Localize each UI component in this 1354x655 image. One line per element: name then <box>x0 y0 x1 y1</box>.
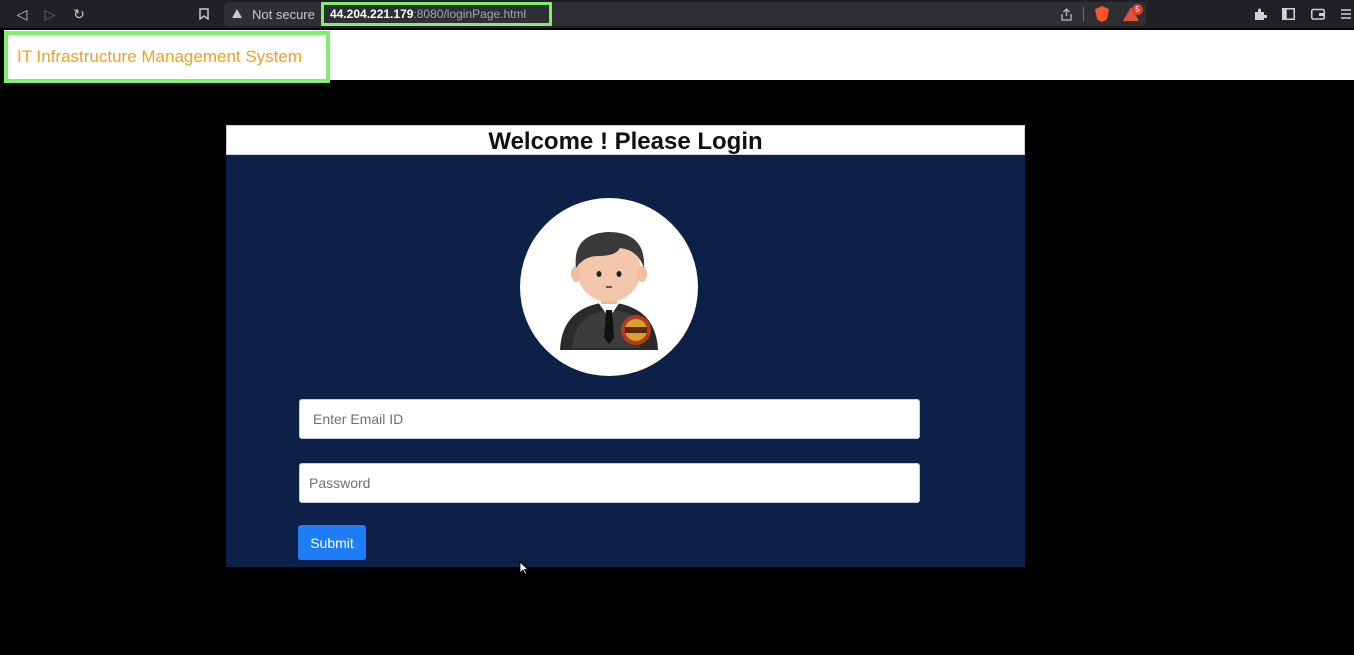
toolbar-separator <box>1083 7 1084 21</box>
brave-shields-icon[interactable] <box>1092 4 1112 24</box>
wallet-icon[interactable] <box>1308 4 1328 24</box>
extensions-icon[interactable] <box>1250 4 1270 24</box>
security-indicator[interactable]: Not secure <box>232 5 315 23</box>
sidebar-icon[interactable] <box>1278 4 1298 24</box>
login-card: Welcome ! Please Login Enter Email ID Su… <box>226 125 1025 567</box>
mouse-cursor-icon <box>519 561 530 580</box>
rewards-badge: 5 <box>1132 4 1143 15</box>
reload-icon[interactable]: ↻ <box>69 4 89 24</box>
bookmark-icon[interactable] <box>194 4 214 24</box>
security-label: Not secure <box>252 6 315 22</box>
email-input[interactable] <box>299 399 920 439</box>
share-icon[interactable] <box>1056 4 1076 24</box>
forward-icon[interactable]: ▷ <box>40 4 60 24</box>
submit-button[interactable]: Submit <box>298 525 366 560</box>
url-text[interactable]: 44.204.221.179:8080/loginPage.html <box>321 2 552 26</box>
site-brand[interactable]: IT Infrastructure Management System <box>4 31 330 83</box>
menu-icon[interactable] <box>1336 4 1354 24</box>
password-input[interactable] <box>299 463 920 503</box>
page-body: IT Infrastructure Management System Welc… <box>0 28 1354 655</box>
admin-avatar-icon <box>560 232 658 350</box>
login-title: Welcome ! Please Login <box>226 125 1025 155</box>
warning-icon <box>232 9 242 18</box>
back-icon[interactable]: ◁ <box>12 4 32 24</box>
url-host: 44.204.221.179 <box>330 7 414 21</box>
url-path: :8080/loginPage.html <box>413 7 527 21</box>
admin-avatar <box>520 198 698 376</box>
browser-toolbar: ◁ ▷ ↻ Not secure 44.204.221.179:8080/log… <box>0 0 1354 28</box>
